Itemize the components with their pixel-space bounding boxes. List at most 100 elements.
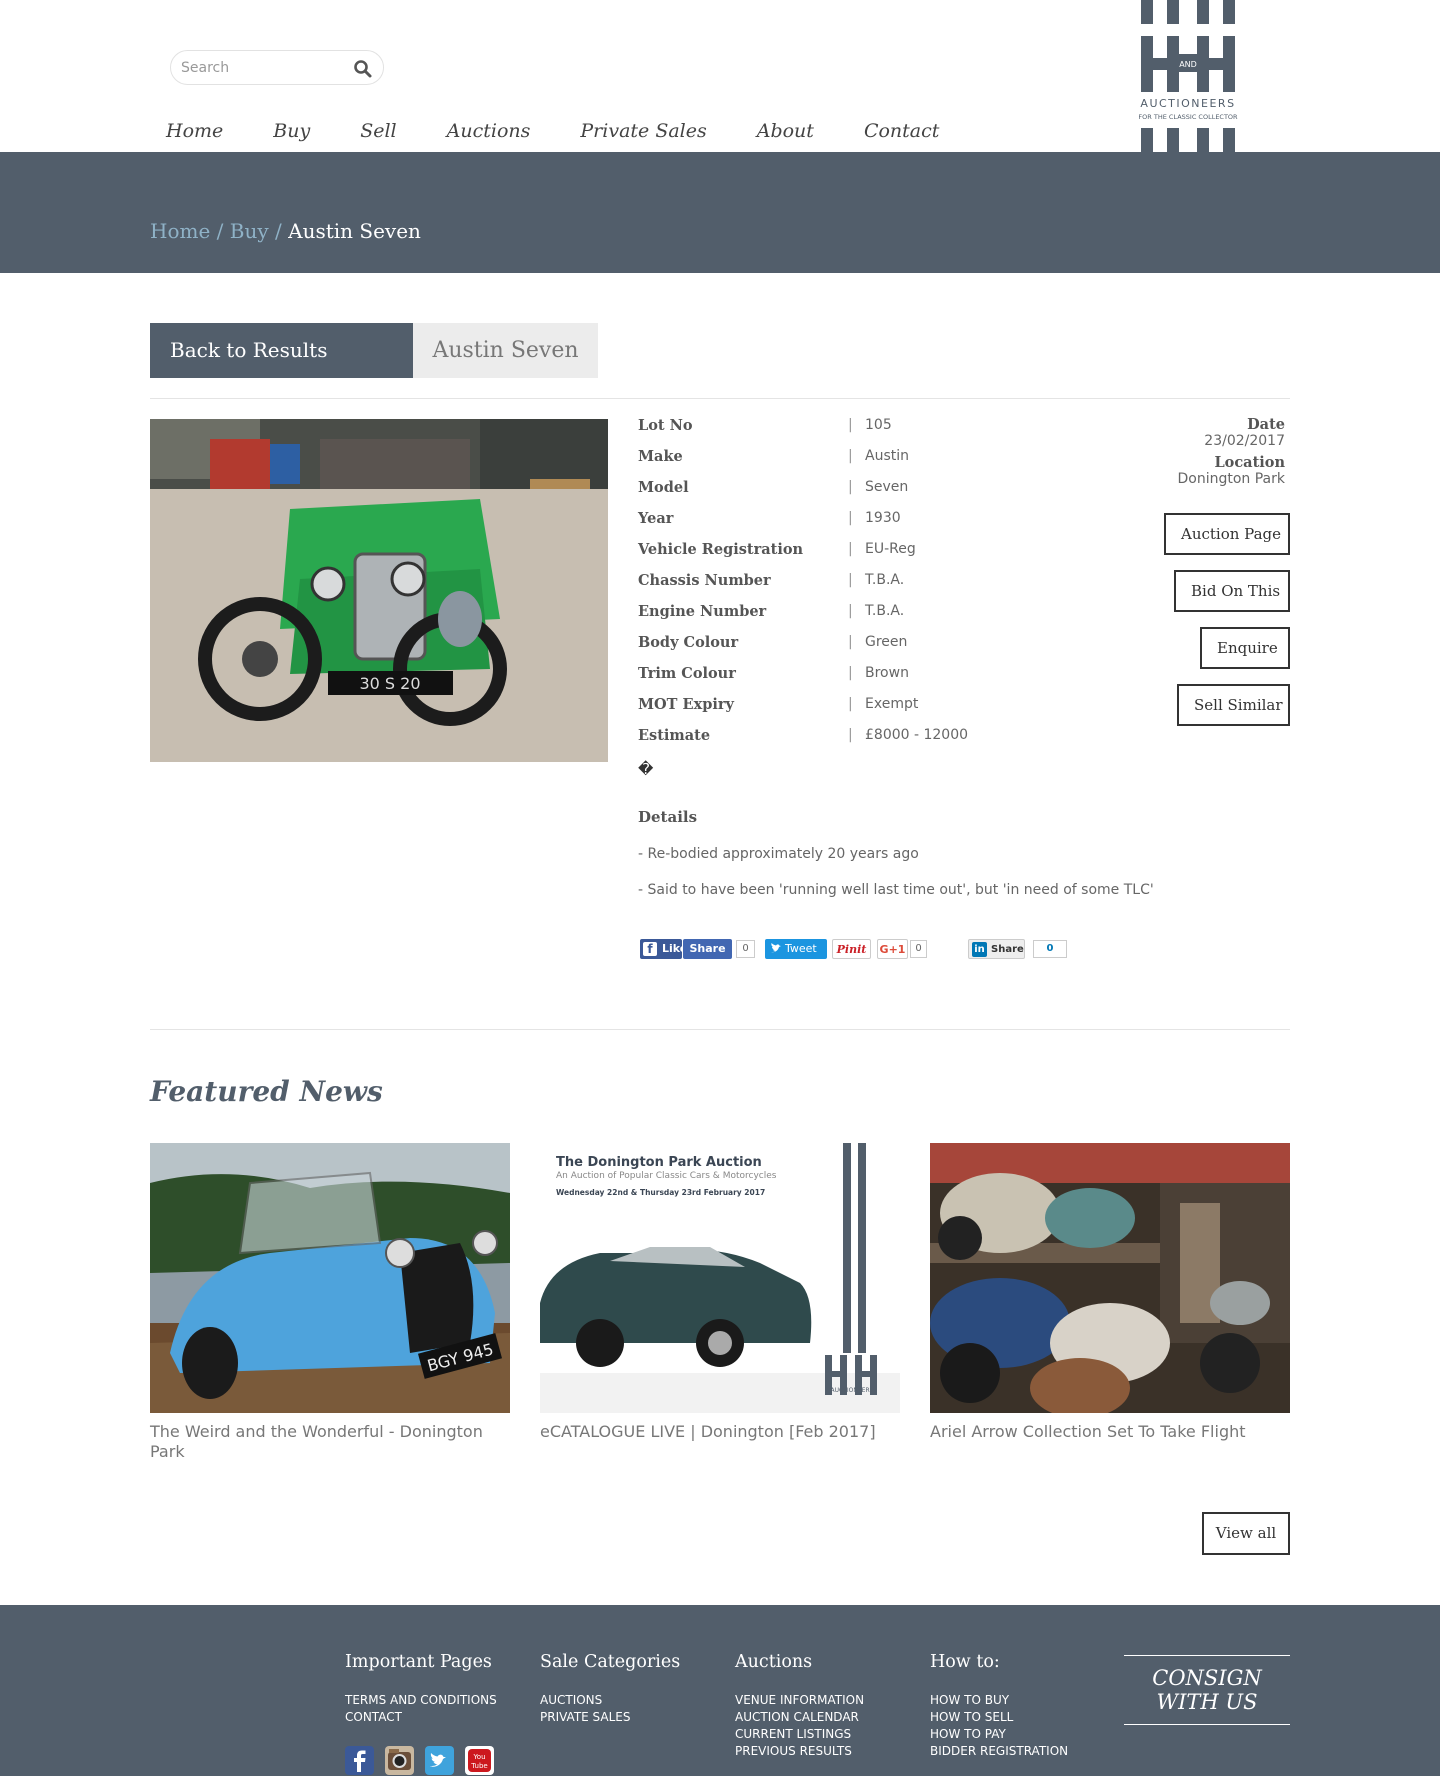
footer-link[interactable]: PRIVATE SALES xyxy=(540,1709,680,1726)
pinterest-pinit-button[interactable]: Pinit xyxy=(832,939,871,959)
poster-title: The Donington Park Auction xyxy=(556,1155,762,1170)
nav-sell[interactable]: Sell xyxy=(360,120,396,150)
svg-text:AND: AND xyxy=(1179,60,1197,69)
detail-line: - Re-bodied approximately 20 years ago xyxy=(638,846,919,862)
view-all-button[interactable]: View all xyxy=(1202,1512,1290,1555)
spec-divider: | xyxy=(848,665,853,681)
news-title[interactable]: Ariel Arrow Collection Set To Take Fligh… xyxy=(930,1422,1290,1442)
site-header: Home Buy Sell Auctions Private Sales Abo… xyxy=(0,0,1440,152)
footer-link[interactable]: PREVIOUS RESULTS xyxy=(735,1743,864,1760)
poster-subtitle: An Auction of Popular Classic Cars & Mot… xyxy=(556,1171,777,1181)
spec-value: 1930 xyxy=(865,510,901,526)
nav-about[interactable]: About xyxy=(757,120,814,150)
auction-meta: Date 23/02/2017 Location Donington Park xyxy=(1140,416,1285,488)
linkedin-share-button[interactable]: in Share xyxy=(968,939,1025,959)
nav-home[interactable]: Home xyxy=(166,120,223,150)
footer-link[interactable]: VENUE INFORMATION xyxy=(735,1692,864,1709)
news-title[interactable]: The Weird and the Wonderful - Donington … xyxy=(150,1422,510,1462)
news-image[interactable]: BGY 945 xyxy=(150,1143,510,1413)
search-input[interactable] xyxy=(181,58,341,78)
footer-heading: Important Pages xyxy=(345,1652,492,1672)
spec-divider: | xyxy=(848,417,853,433)
news-image[interactable]: The Donington Park Auction An Auction of… xyxy=(540,1143,900,1413)
spec-value: T.B.A. xyxy=(865,572,905,588)
spec-label: Trim Colour xyxy=(638,665,736,682)
facebook-icon[interactable] xyxy=(345,1746,374,1775)
twitter-icon[interactable] xyxy=(425,1746,454,1775)
spec-divider: | xyxy=(848,541,853,557)
breadcrumb-separator: / xyxy=(275,219,289,243)
footer-heading: How to: xyxy=(930,1652,1000,1672)
spec-value: T.B.A. xyxy=(865,603,905,619)
spec-row: Engine Number | T.B.A. xyxy=(638,603,1118,634)
spec-row: Estimate | £8000 - 12000 xyxy=(638,727,1118,758)
spec-divider: | xyxy=(848,696,853,712)
lot-specs: Lot No | 105 Make | Austin Model | Seven Year |… xyxy=(638,417,1118,758)
google-plus-count: 0 xyxy=(910,940,927,958)
facebook-share-button[interactable]: Share xyxy=(683,939,732,959)
news-image[interactable] xyxy=(930,1143,1290,1413)
spec-row: MOT Expiry | Exempt xyxy=(638,696,1118,727)
poster-logo-text: AUCTIONEERS xyxy=(831,1387,874,1394)
twitter-bird-icon xyxy=(770,939,782,966)
footer-link[interactable]: BIDDER REGISTRATION xyxy=(930,1743,1068,1760)
auction-page-button[interactable]: Auction Page xyxy=(1164,513,1290,555)
news-card[interactable]: Ariel Arrow Collection Set To Take Fligh… xyxy=(930,1143,1290,1442)
spec-row: Body Colour | Green xyxy=(638,634,1118,665)
site-footer: Important Pages TERMS AND CONDITIONS CON… xyxy=(0,1605,1440,1776)
facebook-share-count: 0 xyxy=(736,940,755,958)
date-label: Date xyxy=(1247,416,1285,433)
search-box xyxy=(170,50,384,85)
replacement-glyph: � xyxy=(638,760,654,778)
spec-row: Trim Colour | Brown xyxy=(638,665,1118,696)
facebook-icon: f xyxy=(643,942,657,956)
footer-link[interactable]: CONTACT xyxy=(345,1709,497,1726)
spec-label: Make xyxy=(638,448,683,465)
spec-value: Exempt xyxy=(865,696,919,712)
news-card[interactable]: The Donington Park Auction An Auction of… xyxy=(540,1143,900,1442)
spec-label: Lot No xyxy=(638,417,693,434)
footer-link[interactable]: HOW TO PAY xyxy=(930,1726,1068,1743)
lot-photo[interactable]: 30 S 20 xyxy=(150,419,608,762)
breadcrumb-buy[interactable]: Buy xyxy=(230,219,269,243)
breadcrumb-home[interactable]: Home xyxy=(150,219,210,243)
featured-news-heading: Featured News xyxy=(150,1075,383,1108)
search-icon[interactable] xyxy=(353,59,373,79)
footer-link[interactable]: HOW TO BUY xyxy=(930,1692,1068,1709)
nav-private-sales[interactable]: Private Sales xyxy=(580,120,706,150)
sell-similar-button[interactable]: Sell Similar xyxy=(1177,684,1290,726)
footer-link[interactable]: AUCTION CALENDAR xyxy=(735,1709,864,1726)
breadcrumb-separator: / xyxy=(216,219,230,243)
instagram-icon[interactable] xyxy=(385,1746,414,1775)
nav-buy[interactable]: Buy xyxy=(273,120,310,150)
back-to-results-button[interactable]: Back to Results xyxy=(150,323,413,378)
spec-value: Brown xyxy=(865,665,909,681)
divider xyxy=(150,398,1290,399)
enquire-button[interactable]: Enquire xyxy=(1200,627,1290,669)
site-logo[interactable]: AND AUCTIONEERS FOR THE CLASSIC COLLECTO… xyxy=(1137,0,1257,152)
google-plus-button[interactable]: G+1 xyxy=(877,939,908,959)
location-label: Location xyxy=(1214,454,1285,471)
spec-label: MOT Expiry xyxy=(638,696,734,713)
footer-link[interactable]: TERMS AND CONDITIONS xyxy=(345,1692,497,1709)
detail-line: - Said to have been 'running well last t… xyxy=(638,882,1154,898)
linkedin-share-count: 0 xyxy=(1033,940,1067,958)
nav-auctions[interactable]: Auctions xyxy=(447,120,531,150)
footer-link[interactable]: HOW TO SELL xyxy=(930,1709,1068,1726)
facebook-like-button[interactable]: f Like xyxy=(640,939,687,959)
nav-contact[interactable]: Contact xyxy=(864,120,939,150)
news-card[interactable]: BGY 945 The Weird and the Wonderful - Do… xyxy=(150,1143,510,1462)
footer-link[interactable]: CURRENT LISTINGS xyxy=(735,1726,864,1743)
tweet-button[interactable]: Tweet xyxy=(765,939,827,959)
footer-heading: Auctions xyxy=(735,1652,813,1672)
details-heading: Details xyxy=(638,808,698,826)
footer-column-sale-categories: Sale Categories AUCTIONS PRIVATE SALES xyxy=(540,1652,680,1726)
svg-text:You: You xyxy=(472,1753,485,1761)
breadcrumb: Home / Buy / Austin Seven xyxy=(150,219,421,243)
footer-link[interactable]: AUCTIONS xyxy=(540,1692,680,1709)
spec-value: Green xyxy=(865,634,908,650)
news-title[interactable]: eCATALOGUE LIVE | Donington [Feb 2017] xyxy=(540,1422,900,1442)
youtube-icon[interactable]: You Tube xyxy=(465,1746,494,1775)
bid-on-this-button[interactable]: Bid On This xyxy=(1174,570,1290,612)
consign-with-us-button[interactable]: CONSIGN WITH US xyxy=(1124,1655,1290,1725)
